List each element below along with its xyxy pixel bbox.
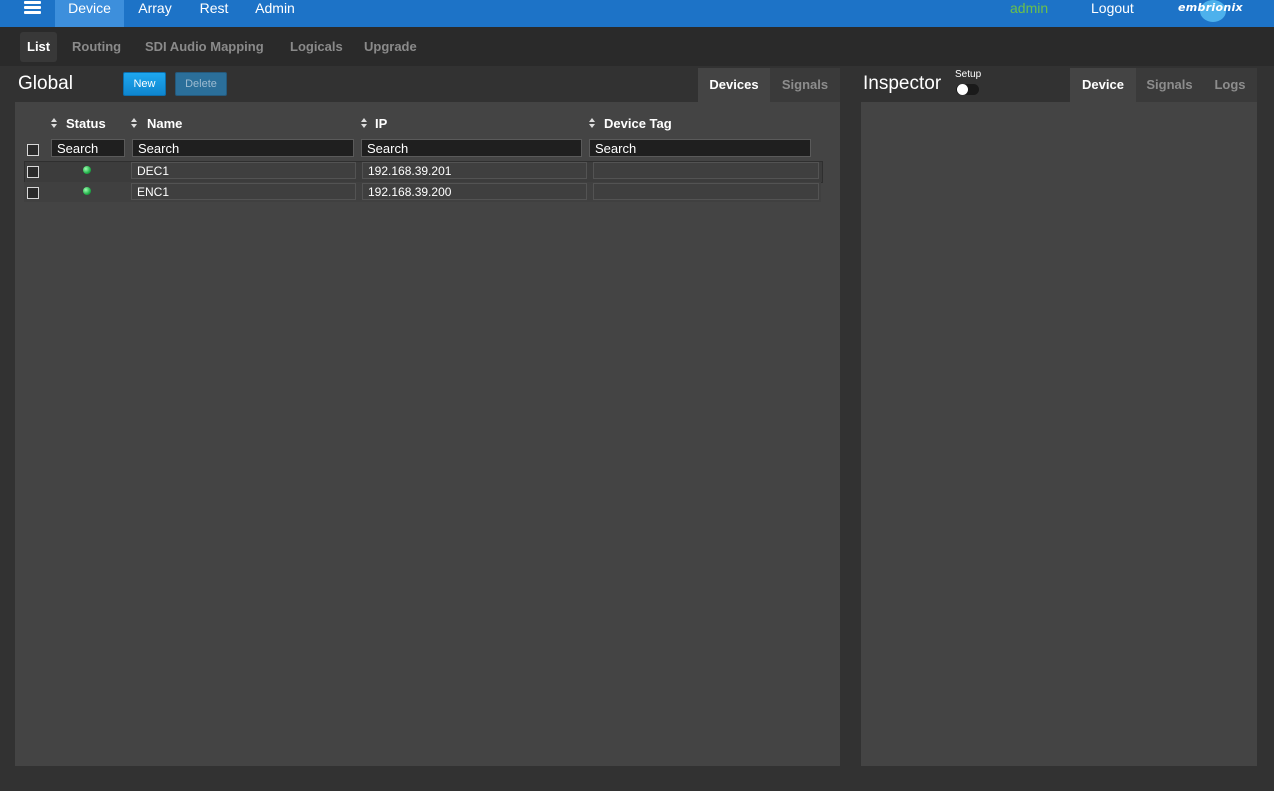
ip-search-input[interactable] bbox=[361, 139, 582, 157]
name-search-input[interactable] bbox=[132, 139, 354, 157]
column-header-name[interactable]: Name bbox=[147, 116, 182, 131]
row-device-tag bbox=[593, 162, 819, 179]
tab-signals[interactable]: Signals bbox=[770, 68, 840, 102]
row-checkbox[interactable] bbox=[27, 166, 39, 178]
sort-icon[interactable] bbox=[589, 118, 596, 129]
logout-link[interactable]: Logout bbox=[1091, 0, 1134, 16]
inspector-title: Inspector bbox=[863, 73, 942, 94]
subnav-routing[interactable]: Routing bbox=[65, 32, 128, 62]
sort-icon[interactable] bbox=[51, 118, 58, 129]
global-title: Global bbox=[18, 73, 73, 94]
status-online-icon bbox=[83, 187, 91, 195]
tab-inspector-signals[interactable]: Signals bbox=[1136, 68, 1203, 102]
sub-navbar: List Routing SDI Audio Mapping Logicals … bbox=[0, 27, 1274, 66]
setup-label: Setup bbox=[955, 69, 982, 80]
topnav-array[interactable]: Array bbox=[135, 0, 175, 27]
column-header-status[interactable]: Status bbox=[66, 116, 106, 131]
new-button[interactable]: New bbox=[123, 72, 166, 96]
toggle-knob bbox=[957, 84, 968, 95]
column-header-ip[interactable]: IP bbox=[375, 116, 387, 131]
tab-devices[interactable]: Devices bbox=[698, 68, 770, 102]
topnav-admin[interactable]: Admin bbox=[252, 0, 298, 27]
top-navbar: Device Array Rest Admin admin Logout emb… bbox=[0, 0, 1274, 27]
logo-text: embrionix bbox=[1178, 1, 1243, 14]
sort-icon[interactable] bbox=[131, 118, 138, 129]
column-header-device-tag[interactable]: Device Tag bbox=[604, 116, 672, 131]
topnav-device[interactable]: Device bbox=[55, 0, 124, 27]
row-name: ENC1 bbox=[131, 183, 356, 200]
embrionix-logo: embrionix bbox=[1176, 0, 1248, 22]
subnav-logicals[interactable]: Logicals bbox=[283, 32, 350, 62]
row-device-tag bbox=[593, 183, 819, 200]
tab-inspector-logs[interactable]: Logs bbox=[1203, 68, 1257, 102]
row-ip: 192.168.39.200 bbox=[362, 183, 587, 200]
inspector-panel-body bbox=[861, 102, 1257, 766]
row-checkbox[interactable] bbox=[27, 187, 39, 199]
hamburger-menu-icon[interactable] bbox=[24, 0, 42, 16]
setup-toggle[interactable] bbox=[956, 84, 979, 95]
current-user-link[interactable]: admin bbox=[1010, 0, 1048, 16]
status-search-input[interactable] bbox=[51, 139, 125, 157]
select-all-checkbox[interactable] bbox=[27, 144, 39, 156]
subnav-upgrade[interactable]: Upgrade bbox=[357, 32, 424, 62]
subnav-list[interactable]: List bbox=[20, 32, 58, 62]
tab-inspector-device[interactable]: Device bbox=[1070, 68, 1136, 102]
topnav-rest[interactable]: Rest bbox=[196, 0, 232, 27]
row-ip: 192.168.39.201 bbox=[362, 162, 587, 179]
subnav-sdi-audio-mapping[interactable]: SDI Audio Mapping bbox=[138, 32, 271, 62]
row-name: DEC1 bbox=[131, 162, 356, 179]
delete-button[interactable]: Delete bbox=[175, 72, 227, 96]
status-online-icon bbox=[83, 166, 91, 174]
sort-icon[interactable] bbox=[361, 118, 368, 129]
device-tag-search-input[interactable] bbox=[589, 139, 811, 157]
